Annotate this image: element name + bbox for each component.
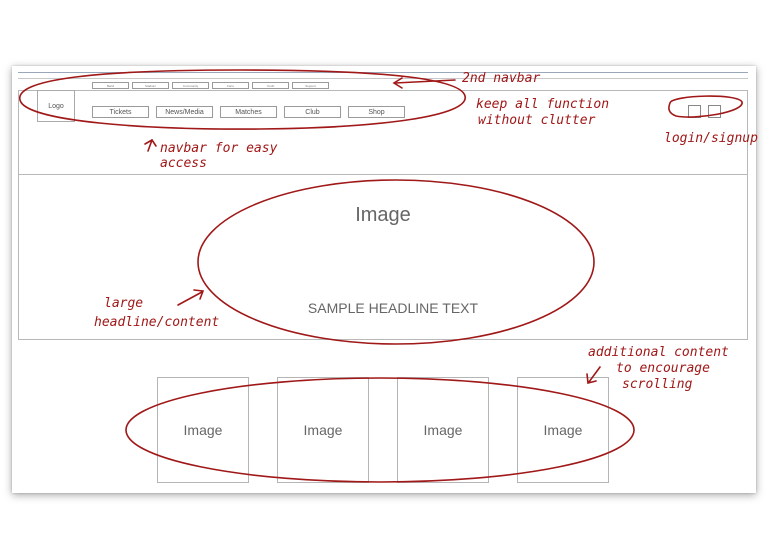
annotation-layer: 2nd navbar keep all function without clu…	[19, 69, 758, 483]
annotation-cards-ellipse	[125, 377, 635, 483]
annotation-keep-all-1: keep all function	[476, 97, 609, 112]
annotation-large-2: headline/content	[94, 315, 219, 330]
annotation-additional-1: additional content	[588, 345, 729, 360]
annotation-additional-3: scrolling	[622, 377, 693, 392]
annotation-login: login/signup	[664, 131, 758, 146]
annotation-arrow-navbar	[394, 79, 456, 84]
annotation-login-ellipse	[668, 95, 743, 118]
annotation-second-navbar: 2nd navbar	[462, 71, 540, 86]
annotation-arrow-content	[588, 366, 601, 383]
annotation-hero-ellipse	[197, 179, 595, 345]
annotation-additional-2: to encourage	[616, 361, 710, 376]
annotation-arrow-hero	[177, 291, 203, 306]
annotation-large-1: large	[104, 296, 143, 311]
annotation-keep-all-2: without clutter	[478, 113, 596, 128]
annotation-navbar-easy-1: navbar for easy	[160, 141, 278, 156]
annotation-navbar-easy-2: access	[160, 156, 207, 171]
annotation-navbar-ellipse	[19, 69, 466, 130]
